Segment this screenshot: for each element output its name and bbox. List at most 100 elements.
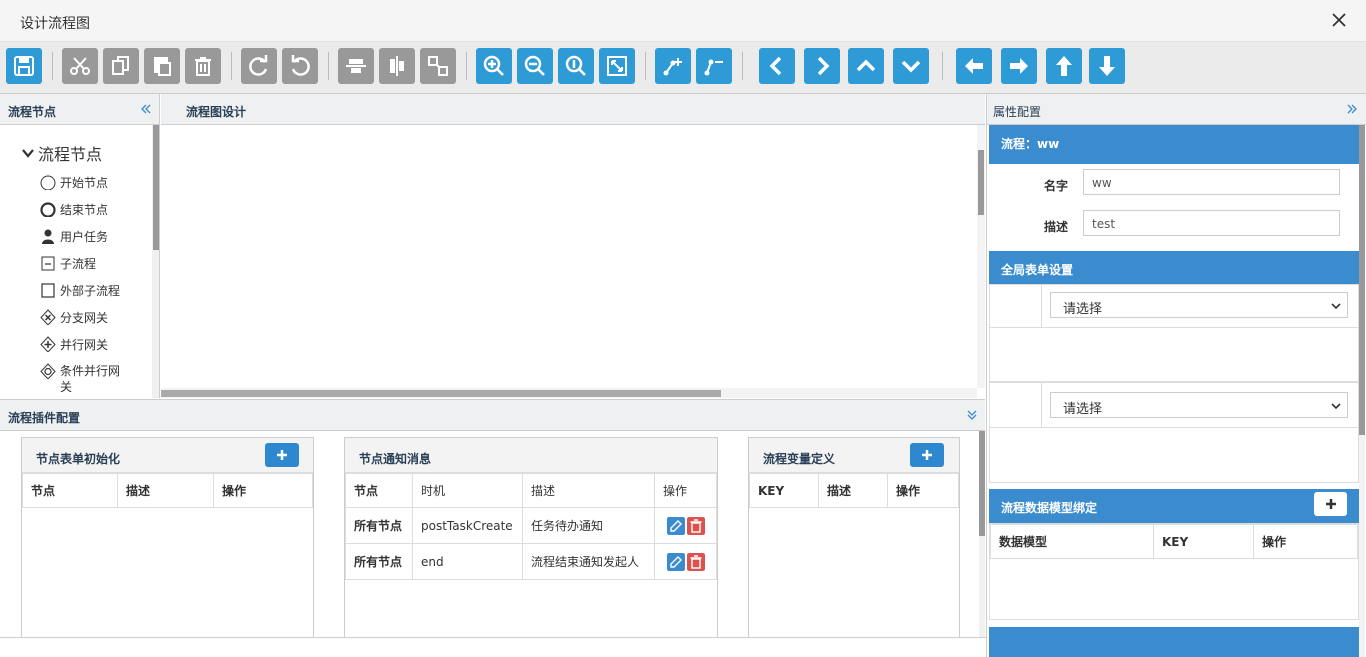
node-label: 用户任务 [60, 230, 109, 244]
scissors-icon [70, 57, 90, 75]
arrow-right-icon [1010, 58, 1028, 74]
arrow-left-button[interactable] [956, 48, 992, 84]
plugin-panel-scrollbar[interactable] [979, 431, 985, 637]
delete-button[interactable] [185, 48, 221, 84]
property-panel-title: 属性配置 [993, 105, 1042, 119]
node-user-task[interactable]: 用户任务 [40, 228, 108, 245]
undo-button[interactable] [282, 48, 318, 84]
desc-input[interactable]: test [1083, 210, 1340, 236]
edit-icon[interactable] [667, 516, 685, 535]
cell-node: 所有节点 [345, 543, 413, 580]
add-data-model-button[interactable] [1314, 492, 1347, 516]
plugin-panel-title: 流程插件配置 [8, 411, 81, 425]
tree-root[interactable]: 流程节点 [22, 141, 102, 165]
column-header: 操作 [654, 473, 717, 508]
column-header: 数据模型 [990, 524, 1154, 559]
arrow-down-icon [1099, 56, 1115, 76]
node-inclusive-gateway[interactable]: 条件并行网关 [40, 363, 130, 395]
add-form-init-button[interactable] [265, 443, 299, 467]
property-panel-scrollbar[interactable] [1359, 125, 1365, 657]
select-value: 请选择 [1063, 402, 1103, 417]
form-init-card: 节点表单初始化 节点 描述 操作 [21, 437, 314, 642]
column-header: 节点 [345, 473, 413, 508]
collapse-down-icon[interactable] [966, 409, 978, 421]
node-end[interactable]: 结束节点 [40, 201, 108, 218]
copy-button[interactable] [103, 48, 139, 84]
global-form-select-2[interactable]: 请选择 [1050, 392, 1348, 418]
plus-icon [1325, 499, 1336, 509]
trash-icon[interactable] [687, 552, 705, 571]
name-label: 名字 [1044, 179, 1069, 193]
node-label: 外部子流程 [60, 284, 121, 298]
save-button[interactable] [6, 48, 42, 84]
process-header-label: 流程：ww [1001, 137, 1060, 151]
arrow-down-button[interactable] [1089, 48, 1125, 84]
zoom-actual-button[interactable] [558, 48, 594, 84]
close-icon[interactable] [1328, 9, 1350, 31]
property-panel-header: 属性配置 [987, 94, 1366, 125]
gateway-plus-icon [40, 336, 56, 352]
edit-icon[interactable] [667, 552, 685, 571]
gateway-x-icon [40, 309, 56, 325]
collapse-left-icon[interactable] [140, 103, 152, 115]
node-label: 子流程 [60, 257, 97, 271]
add-line-button[interactable] [655, 48, 691, 84]
remove-line-button[interactable] [696, 48, 732, 84]
collapse-right-icon[interactable] [1346, 103, 1358, 115]
name-input[interactable]: ww [1083, 169, 1340, 195]
column-header: KEY [749, 473, 819, 508]
add-variable-button[interactable] [910, 443, 944, 467]
chevron-up-button[interactable] [848, 48, 884, 84]
column-header: 操作 [887, 473, 959, 508]
diagram-canvas[interactable] [161, 125, 985, 398]
cell-node: 所有节点 [345, 507, 413, 544]
chevron-down-icon [1331, 303, 1341, 310]
cell-desc: 任务待办通知 [522, 507, 655, 544]
user-icon [42, 229, 54, 244]
column-header: 操作 [1253, 524, 1358, 559]
arrow-right-button[interactable] [1001, 48, 1037, 84]
global-form-select-1[interactable]: 请选择 [1050, 292, 1348, 318]
column-header: KEY [1153, 524, 1254, 559]
notify-card: 节点通知消息 节点 时机 描述 操作 所有节点 postTaskCreate 任… [344, 437, 718, 642]
trash-icon[interactable] [687, 516, 705, 535]
canvas-vertical-scrollbar[interactable] [977, 125, 985, 388]
remove-line-icon [704, 59, 723, 76]
zoom-out-button[interactable] [517, 48, 553, 84]
copy-icon [112, 56, 129, 75]
cut-button[interactable] [62, 48, 98, 84]
cell-timing: postTaskCreate [412, 507, 523, 544]
tree-root-label: 流程节点 [38, 145, 103, 164]
node-exclusive-gateway[interactable]: 分支网关 [40, 309, 108, 326]
node-start[interactable]: 开始节点 [40, 174, 108, 191]
align-vertical-button[interactable] [379, 48, 415, 84]
align-vertical-icon [390, 56, 404, 76]
plus-icon [922, 450, 932, 460]
paste-button[interactable] [144, 48, 180, 84]
node-parallel-gateway[interactable]: 并行网关 [40, 336, 108, 353]
canvas-horizontal-scrollbar[interactable] [161, 388, 977, 398]
align-horizontal-icon [346, 59, 366, 73]
chevron-left-button[interactable] [759, 48, 795, 84]
zoom-in-button[interactable] [476, 48, 512, 84]
redo-button[interactable] [241, 48, 277, 84]
arrow-up-icon [1056, 56, 1072, 76]
node-external-subprocess[interactable]: 外部子流程 [40, 282, 120, 299]
cell-desc: 流程结束通知发起人 [522, 543, 655, 580]
chevron-right-button[interactable] [804, 48, 840, 84]
chevron-down-button[interactable] [893, 48, 929, 84]
node-panel-header: 流程节点 [0, 94, 160, 125]
node-panel-scrollbar[interactable] [152, 125, 159, 398]
node-subprocess[interactable]: 子流程 [40, 255, 96, 272]
auto-layout-button[interactable] [420, 48, 456, 84]
save-icon [14, 56, 34, 76]
select-value: 请选择 [1063, 302, 1103, 317]
trash-icon [195, 57, 211, 76]
cell-timing: end [412, 543, 523, 580]
fit-button[interactable] [599, 48, 635, 84]
align-horizontal-button[interactable] [338, 48, 374, 84]
table-row: 所有节点 end 流程结束通知发起人 [345, 543, 717, 580]
arrow-up-button[interactable] [1046, 48, 1082, 84]
layout-icon [428, 56, 448, 76]
notify-title: 节点通知消息 [359, 452, 432, 466]
